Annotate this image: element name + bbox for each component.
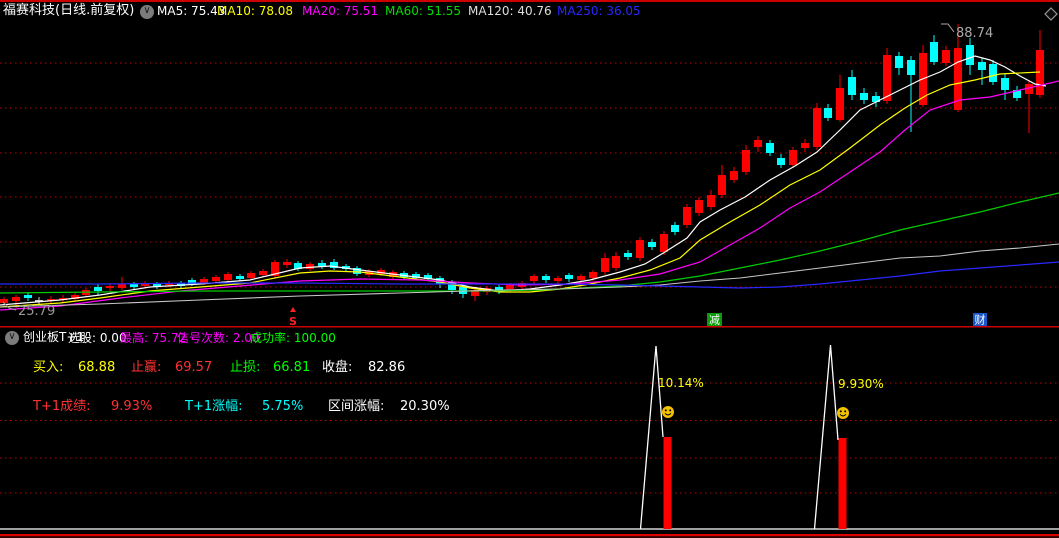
candle-body xyxy=(565,275,573,279)
candle-body xyxy=(24,295,32,298)
candle-body xyxy=(648,242,656,247)
high-price-label: 88.74 xyxy=(956,26,993,41)
candle-body xyxy=(730,171,738,180)
candle-body xyxy=(801,143,809,148)
candle-body xyxy=(813,108,821,147)
candle-body xyxy=(671,225,679,232)
candle-body xyxy=(683,207,691,225)
ma-line-ma60 xyxy=(0,192,1059,294)
candle-body xyxy=(130,284,138,287)
candle-body xyxy=(212,277,220,281)
event-flag[interactable]: 减 xyxy=(709,314,720,327)
candle-body xyxy=(824,108,832,118)
smiley-icon xyxy=(662,406,674,418)
candle-body xyxy=(589,272,597,278)
candle-body xyxy=(247,273,255,278)
candle-body xyxy=(860,93,868,100)
candle-body xyxy=(506,285,514,289)
candle-body xyxy=(836,88,844,120)
candle-body xyxy=(766,143,774,153)
candle-body xyxy=(930,42,938,62)
candle-body xyxy=(530,276,538,281)
candle-body xyxy=(612,256,620,268)
diamond-icon xyxy=(1044,7,1058,21)
signal-pct-label: 10.14% xyxy=(658,376,704,390)
sell-marker: S xyxy=(289,315,297,328)
ma-line-ma10 xyxy=(0,71,1041,308)
candle-body xyxy=(636,240,644,258)
candle-body xyxy=(94,287,102,291)
candle-body xyxy=(978,62,986,70)
event-flag[interactable]: 财 xyxy=(975,313,986,327)
candle-body xyxy=(624,253,632,257)
pane-divider xyxy=(0,326,1059,328)
candle-body xyxy=(789,150,797,165)
candle-body xyxy=(283,262,291,265)
candle-body xyxy=(989,64,997,82)
smiley-icon xyxy=(837,407,849,419)
candle-body xyxy=(236,276,244,279)
chart-canvas[interactable]: 88.74 25.79 S 减 财 10.14% 9.930% xyxy=(0,0,1059,538)
candle-body xyxy=(259,271,267,275)
candle-body xyxy=(542,276,550,280)
candle-body xyxy=(754,140,762,147)
candle-body xyxy=(1001,78,1009,90)
bottom-border-shadow xyxy=(0,536,1059,538)
candle-body xyxy=(318,263,326,266)
candle-body xyxy=(942,50,950,63)
candle-body xyxy=(577,276,585,280)
candle-body xyxy=(306,264,314,269)
top-border xyxy=(0,0,1059,2)
candle-body xyxy=(118,284,126,288)
signal-spike-line xyxy=(813,344,839,530)
high-price-label-arrow xyxy=(941,23,955,33)
candle-body xyxy=(660,234,668,252)
candle-body xyxy=(742,150,750,172)
candle-body xyxy=(12,297,20,301)
low-price-label: 25.79 xyxy=(18,304,55,319)
candle-body xyxy=(848,77,856,95)
bottom-border xyxy=(0,534,1059,536)
candle-body xyxy=(777,158,785,165)
candle-body xyxy=(554,278,562,281)
candle-body xyxy=(106,286,114,288)
candle-body xyxy=(695,200,703,213)
candle-body xyxy=(718,175,726,195)
signal-pct-label: 9.930% xyxy=(838,377,884,391)
candle-body xyxy=(707,195,715,207)
sell-marker-arrow-icon xyxy=(290,307,296,312)
signal-bar xyxy=(663,437,672,529)
candle-body xyxy=(601,258,609,272)
candle-body xyxy=(224,274,232,280)
signal-spike-line xyxy=(639,345,664,530)
candle-body xyxy=(895,56,903,68)
candle-body xyxy=(966,45,974,65)
signal-bar xyxy=(838,438,847,529)
candle-body xyxy=(200,279,208,283)
candle-body xyxy=(883,55,891,101)
candle-body xyxy=(907,60,915,75)
stock-chart-window: 88.74 25.79 S 减财 10.14% 9.930% 福赛科技(日线.前复权) ∨… xyxy=(0,0,1059,538)
